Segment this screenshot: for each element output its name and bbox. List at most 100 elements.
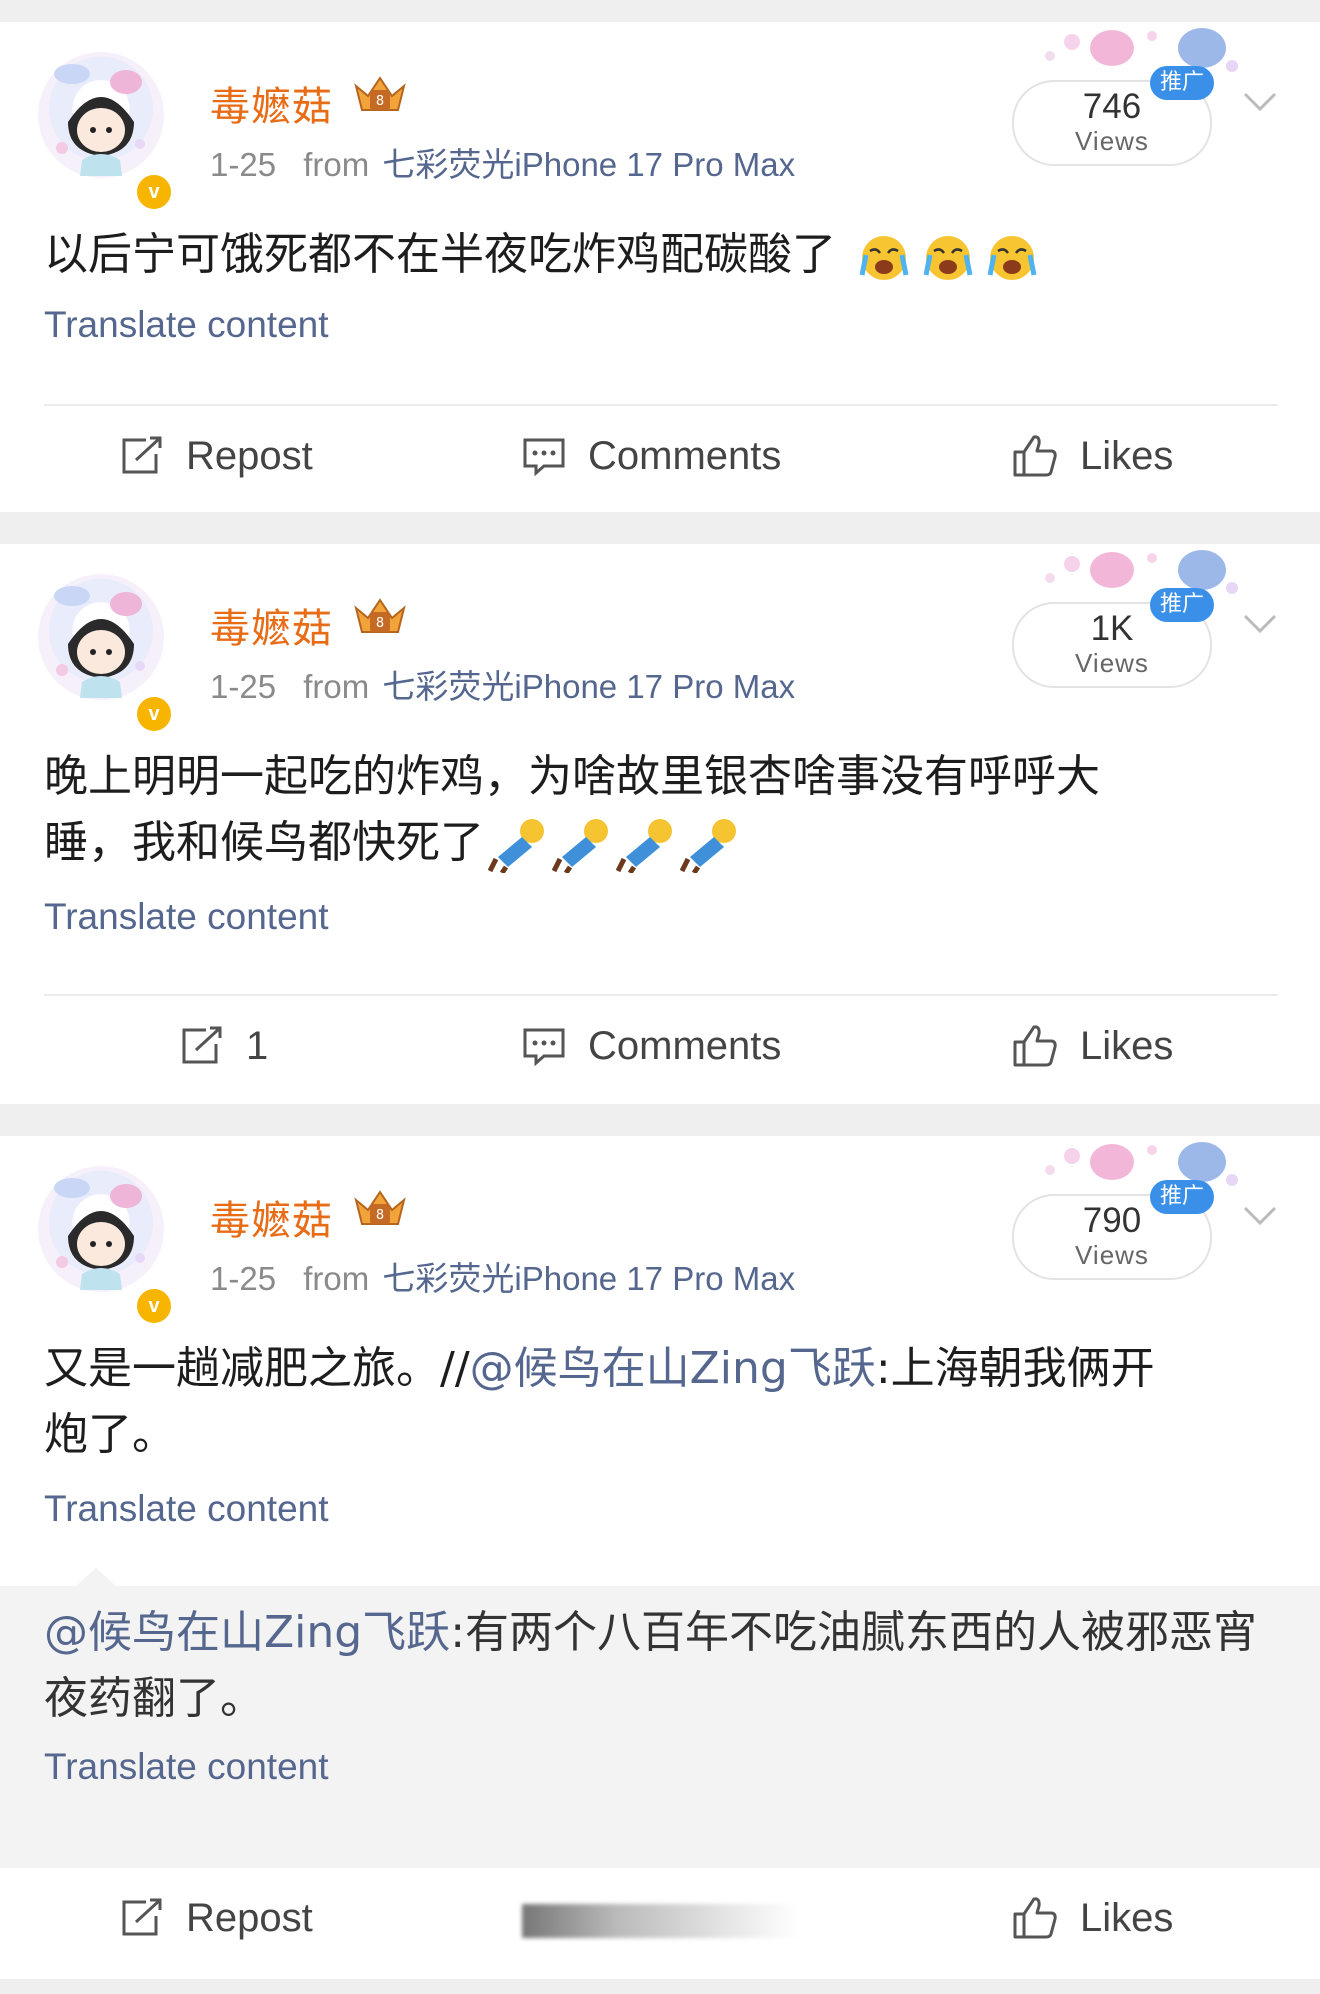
weibo-feed: v 毒嬷菇 8 1-25 from 七彩荧光iPhone 17 Pro Max … xyxy=(0,0,1320,1994)
crown-badge-icon: 8 xyxy=(354,1190,406,1225)
svg-text:8: 8 xyxy=(376,616,384,631)
repost-button[interactable]: Repost xyxy=(120,406,313,506)
fallen-figure-icon xyxy=(616,819,672,873)
post-body-line: 晚上明明一起吃的炸鸡，为啥故里银杏啥事没有呼呼大 xyxy=(44,751,1100,802)
post-actions: Repost Comments Likes xyxy=(0,406,1320,506)
avatar-illustration-icon xyxy=(54,64,145,176)
post-text: 以后宁可饿死都不在半夜吃炸鸡配碳酸了 xyxy=(44,222,1284,288)
post-body-line-2: 睡，我和候鸟都快死了 xyxy=(44,810,1284,876)
quote-body: :有两个八百年不吃油腻东西的人被邪恶宵 xyxy=(450,1607,1258,1658)
repost-label: Repost xyxy=(186,433,313,478)
comments-icon xyxy=(523,438,565,476)
mention-link[interactable]: @候鸟在山Zing飞跃 xyxy=(470,1343,876,1394)
post-body: 以后宁可饿死都不在半夜吃炸鸡配碳酸了 xyxy=(44,229,836,280)
post-body-suffix: :上海朝我俩开 xyxy=(875,1343,1155,1394)
fallen-figure-icon xyxy=(680,819,736,873)
crown-badge-icon: 8 xyxy=(354,76,406,111)
post-meta: 1-25 from 七彩荧光iPhone 17 Pro Max xyxy=(210,660,795,708)
svg-text:8: 8 xyxy=(376,94,384,109)
translate-link[interactable]: Translate content xyxy=(44,1488,329,1530)
comments-icon xyxy=(523,1028,565,1066)
repost-icon xyxy=(122,436,162,474)
promo-badge: 推广 xyxy=(1150,1180,1215,1214)
quote-translate-link[interactable]: Translate content xyxy=(44,1746,329,1788)
username[interactable]: 毒嬷菇 xyxy=(210,74,333,132)
post-source[interactable]: 七彩荧光iPhone 17 Pro Max xyxy=(382,1260,795,1297)
like-thumb-icon xyxy=(1013,1025,1057,1067)
avatar-illustration-icon xyxy=(54,1178,145,1290)
post-card: v 毒嬷菇 8 1-25 from 七彩荧光iPhone 17 Pro Max … xyxy=(0,544,1320,1104)
translate-link[interactable]: Translate content xyxy=(44,304,329,346)
likes-label: Likes xyxy=(1080,433,1174,478)
fallen-figure-icon xyxy=(552,819,608,873)
crying-face-icon xyxy=(859,236,909,280)
post-source[interactable]: 七彩荧光iPhone 17 Pro Max xyxy=(382,668,795,705)
verified-v-icon: v xyxy=(134,694,174,734)
post-body: 睡，我和候鸟都快死了 xyxy=(44,817,484,868)
comments-button[interactable]: Comments xyxy=(522,406,781,506)
promo-views[interactable]: 1K Views 推广 xyxy=(1012,544,1252,694)
post-date: 1-25 xyxy=(210,1260,277,1297)
quote-mention-link[interactable]: @候鸟在山Zing飞跃 xyxy=(44,1607,450,1658)
blurred-comments-button[interactable] xyxy=(522,1904,798,1938)
username[interactable]: 毒嬷菇 xyxy=(210,596,333,654)
likes-label: Likes xyxy=(1080,1895,1174,1940)
promo-views[interactable]: 746 Views 推广 xyxy=(1012,22,1252,172)
post-body-line: 又是一趟减肥之旅。//@候鸟在山Zing飞跃:上海朝我俩开 xyxy=(44,1336,1284,1402)
comments-label: Comments xyxy=(588,433,782,478)
chevron-down-icon[interactable] xyxy=(1242,90,1278,114)
like-thumb-icon xyxy=(1013,435,1057,477)
like-button[interactable]: Likes xyxy=(1012,1868,1173,1968)
repost-icon xyxy=(182,1026,222,1064)
repost-button[interactable]: 1 xyxy=(180,996,268,1096)
crown-badge-icon: 8 xyxy=(354,598,406,633)
comments-button[interactable]: Comments xyxy=(522,996,781,1096)
quote-line-2: 夜药翻了。 xyxy=(44,1673,264,1724)
post-source[interactable]: 七彩荧光iPhone 17 Pro Max xyxy=(382,146,795,183)
verified-v-icon: v xyxy=(134,172,174,212)
quote-notch xyxy=(76,1568,116,1586)
post-meta: 1-25 from 七彩荧光iPhone 17 Pro Max xyxy=(210,1252,795,1300)
translate-link[interactable]: Translate content xyxy=(44,896,329,938)
views-label: Views xyxy=(1075,126,1149,156)
post-body-prefix: 又是一趟减肥之旅。// xyxy=(44,1343,470,1394)
promo-badge: 推广 xyxy=(1150,66,1215,100)
post-card: v 毒嬷菇 8 1-25 from 七彩荧光iPhone 17 Pro Max … xyxy=(0,1136,1320,1979)
avatar[interactable] xyxy=(38,574,164,700)
post-card: v 毒嬷菇 8 1-25 from 七彩荧光iPhone 17 Pro Max … xyxy=(0,22,1320,512)
crying-face-icon xyxy=(923,236,973,280)
repost-button[interactable]: Repost xyxy=(120,1868,313,1968)
quote-text: @候鸟在山Zing飞跃:有两个八百年不吃油腻东西的人被邪恶宵 夜药翻了。 xyxy=(44,1600,1284,1732)
comments-label: Comments xyxy=(588,1023,782,1068)
post-actions: Repost Likes xyxy=(0,1868,1320,1968)
views-label: Views xyxy=(1075,1240,1149,1270)
chevron-down-icon[interactable] xyxy=(1242,1204,1278,1228)
quote-line: @候鸟在山Zing飞跃:有两个八百年不吃油腻东西的人被邪恶宵 xyxy=(44,1600,1284,1666)
repost-quote-box[interactable]: @候鸟在山Zing飞跃:有两个八百年不吃油腻东西的人被邪恶宵 夜药翻了。 Tra… xyxy=(0,1568,1320,1868)
promo-badge: 推广 xyxy=(1150,588,1215,622)
chevron-down-icon[interactable] xyxy=(1242,612,1278,636)
post-date: 1-25 xyxy=(210,146,277,183)
avatar[interactable] xyxy=(38,1166,164,1292)
crying-face-icon xyxy=(987,236,1037,280)
verified-v-icon: v xyxy=(134,1286,174,1326)
avatar[interactable] xyxy=(38,52,164,178)
post-body-line-2: 炮了。 xyxy=(44,1409,176,1460)
post-date: 1-25 xyxy=(210,668,277,705)
repost-icon xyxy=(122,1898,162,1936)
post-actions: 1 Comments Likes xyxy=(0,996,1320,1096)
like-button[interactable]: Likes xyxy=(1012,406,1173,506)
like-thumb-icon xyxy=(1013,1897,1057,1939)
like-button[interactable]: Likes xyxy=(1012,996,1173,1096)
post-text: 又是一趟减肥之旅。//@候鸟在山Zing飞跃:上海朝我俩开 炮了。 xyxy=(44,1336,1284,1468)
fallen-figure-icon xyxy=(488,819,544,873)
username[interactable]: 毒嬷菇 xyxy=(210,1188,333,1246)
from-label: from xyxy=(303,1260,370,1297)
from-label: from xyxy=(303,668,370,705)
post-text: 晚上明明一起吃的炸鸡，为啥故里银杏啥事没有呼呼大 睡，我和候鸟都快死了 xyxy=(44,744,1284,876)
from-label: from xyxy=(303,146,370,183)
promo-views[interactable]: 790 Views 推广 xyxy=(1012,1136,1252,1286)
repost-label: Repost xyxy=(186,1895,313,1940)
svg-text:8: 8 xyxy=(376,1208,384,1223)
repost-count: 1 xyxy=(246,1023,269,1068)
